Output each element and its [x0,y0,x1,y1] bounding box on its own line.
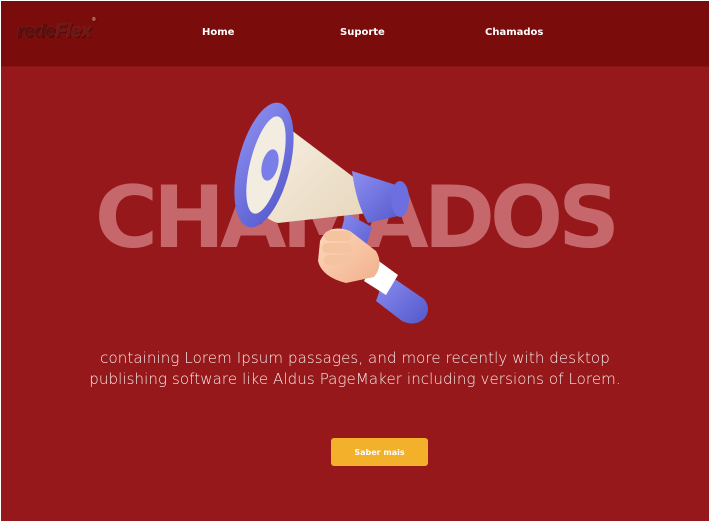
logo-registered-mark: ® [91,17,96,23]
navbar: redeFlex ® Home Suporte Chamados [1,1,709,67]
page: redeFlex ® Home Suporte Chamados CHAMADO… [1,1,709,521]
nav-suporte-link[interactable]: Suporte [340,27,385,38]
logo-text-b: Flex [55,21,92,42]
megaphone-icon [226,91,446,331]
nav-home-link[interactable]: Home [202,27,234,38]
nav-chamados-link[interactable]: Chamados [485,27,543,38]
logo-text-a: rede [17,21,56,42]
hero-description: containing Lorem Ipsum passages, and mor… [89,349,621,388]
brand-logo[interactable]: redeFlex ® [17,17,96,43]
saber-mais-button[interactable]: Saber mais [331,438,428,466]
